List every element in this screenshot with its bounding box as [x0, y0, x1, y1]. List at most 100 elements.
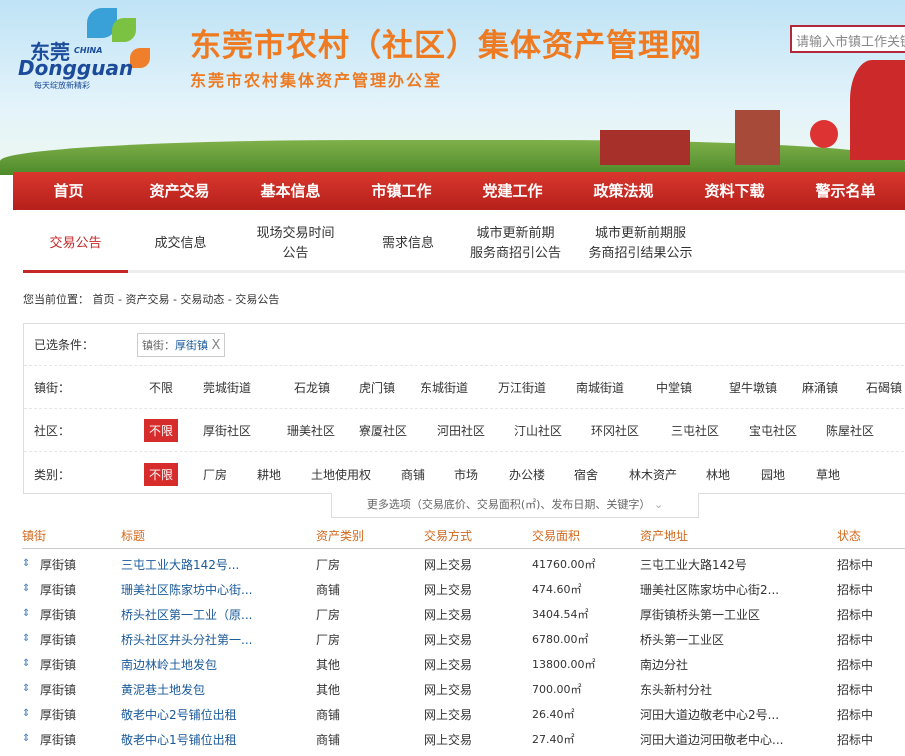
title-link[interactable]: 珊美社区陈家坊中心街... [121, 581, 252, 598]
category-option[interactable]: 办公楼 [504, 463, 550, 486]
more-options-button[interactable]: 更多选项（交易底价、交易面积(㎡)、发布日期、关键字） ⌄ [331, 493, 699, 518]
category-option[interactable]: 厂房 [198, 463, 232, 486]
town-option[interactable]: 南城街道 [571, 376, 629, 399]
category-option[interactable]: 宿舍 [569, 463, 603, 486]
category-option[interactable]: 林地 [701, 463, 735, 486]
nav-basic-info[interactable]: 基本信息 [235, 172, 346, 210]
address-cell: 厚街镇桥头第一工业区 [640, 608, 761, 622]
category-option[interactable]: 不限 [144, 462, 179, 486]
nav-party-work[interactable]: 党建工作 [457, 172, 568, 210]
community-option[interactable]: 陈屋社区 [821, 419, 879, 442]
column-header[interactable]: 交易方式 [424, 527, 472, 544]
tab-renewal-result[interactable]: 城市更新前期服 务商招引结果公示 [573, 218, 708, 270]
address-cell: 南边分社 [640, 658, 689, 672]
town-option[interactable]: 石龙镇 [289, 376, 335, 399]
area-cell: 27.40㎡ [532, 733, 575, 746]
community-option[interactable]: 河田社区 [432, 419, 490, 442]
table-row[interactable]: ⇕ 厚街镇 南边林岭土地发包 其他 网上交易 13800.00㎡ 南边分社 招标中 [0, 656, 905, 681]
town-option[interactable]: 东城街道 [415, 376, 473, 399]
column-header[interactable]: 交易面积 [532, 527, 580, 544]
category-option[interactable]: 商铺 [396, 463, 430, 486]
table-row[interactable]: ⇕ 厚街镇 桥头社区井头分社第一... 厂房 网上交易 6780.00㎡ 桥头第一工业区 招标… [0, 631, 905, 656]
building-illustration [600, 130, 690, 165]
table-row[interactable]: ⇕ 厚街镇 敬老中心2号铺位出租 商铺 网上交易 26.40㎡ 河田大道边敬老中心2号...… [0, 706, 905, 731]
nav-asset-trading[interactable]: 资产交易 [124, 172, 235, 210]
column-header[interactable]: 资产类别 [316, 527, 364, 544]
method-cell: 网上交易 [424, 583, 473, 597]
selected-chip[interactable]: 镇街：厚街镇 X [137, 333, 226, 357]
table-row[interactable]: ⇕ 厚街镇 敬老中心1号铺位出租 商铺 网上交易 27.40㎡ 河田大道边河田敬老中心...… [0, 731, 905, 756]
tab-renewal-notice[interactable]: 城市更新前期 服务商招引公告 [458, 218, 573, 270]
category-option[interactable]: 林木资产 [624, 463, 682, 486]
dongguan-logo[interactable]: 东莞 CHINA Dongguan 每天绽放新精彩 [12, 8, 172, 98]
type-cell: 商铺 [316, 583, 341, 597]
method-cell: 网上交易 [424, 658, 473, 672]
title-link[interactable]: 敬老中心2号铺位出租 [121, 706, 237, 723]
community-option[interactable]: 厚街社区 [198, 419, 256, 442]
category-filter-row: 类别： 不限 厂房 耕地 土地使用权 商铺 市场 办公楼 宿舍 林木资产 林地 园地 草地 [24, 453, 905, 495]
method-cell: 网上交易 [424, 683, 473, 697]
site-header: 东莞 CHINA Dongguan 每天绽放新精彩 东莞市农村（社区）集体资产管… [0, 0, 905, 175]
community-option[interactable]: 三屯社区 [666, 419, 724, 442]
category-option[interactable]: 园地 [756, 463, 790, 486]
breadcrumb: 您当前位置： 首页 - 资产交易 - 交易动态 - 交易公告 [23, 293, 280, 306]
town-option[interactable]: 万江街道 [493, 376, 551, 399]
town-option[interactable]: 不限 [144, 376, 178, 399]
title-link[interactable]: 三屯工业大路142号... [121, 556, 239, 573]
tab-trade-notice[interactable]: 交易公告 [23, 218, 128, 273]
community-option[interactable]: 不限 [144, 419, 179, 442]
title-link[interactable]: 黄泥巷土地发包 [121, 681, 205, 698]
table-row[interactable]: ⇕ 厚街镇 珊美社区陈家坊中心街... 商铺 网上交易 474.60㎡ 珊美社区陈家坊中心街… [0, 581, 905, 606]
filter-panel: 已选条件： 镇街：厚街镇 X 镇街： 不限 莞城街道 石龙镇 虎门镇 东城街道 万江街道南… [23, 323, 905, 494]
close-icon[interactable]: X [212, 338, 221, 353]
table-row[interactable]: ⇕ 厚街镇 三屯工业大路142号... 厂房 网上交易 41760.00㎡ 三屯工业大路14… [0, 556, 905, 581]
column-header[interactable]: 资产地址 [640, 527, 688, 544]
title-link[interactable]: 桥头社区第一工业（原... [121, 606, 252, 623]
nav-town-work[interactable]: 市镇工作 [346, 172, 457, 210]
address-cell: 桥头第一工业区 [640, 633, 725, 647]
column-header[interactable]: 镇街 [22, 527, 46, 544]
town-cell: 厚街镇 [40, 683, 77, 697]
category-option[interactable]: 耕地 [252, 463, 286, 486]
nav-home[interactable]: 首页 [13, 172, 124, 210]
title-link[interactable]: 南边林岭土地发包 [121, 656, 217, 673]
community-option[interactable]: 汀山社区 [509, 419, 567, 442]
table-row[interactable]: ⇕ 厚街镇 黄泥巷土地发包 其他 网上交易 700.00㎡ 东头新村分社 招标中 [0, 681, 905, 706]
town-option[interactable]: 中堂镇 [651, 376, 697, 399]
column-header[interactable]: 标题 [121, 527, 145, 544]
bullet-icon: ⇕ [22, 708, 31, 719]
town-option[interactable]: 虎门镇 [354, 376, 400, 399]
category-option[interactable]: 土地使用权 [306, 463, 376, 486]
town-cell: 厚街镇 [40, 708, 77, 722]
column-header[interactable]: 状态 [837, 527, 861, 544]
community-option[interactable]: 环冈社区 [586, 419, 644, 442]
site-title: 东莞市农村（社区）集体资产管理网 [190, 28, 702, 64]
community-option[interactable]: 寮厦社区 [354, 419, 412, 442]
town-option[interactable]: 莞城街道 [198, 376, 256, 399]
community-option[interactable]: 宝屯社区 [744, 419, 802, 442]
address-cell: 三屯工业大路142号 [640, 558, 747, 572]
town-option[interactable]: 望牛墩镇 [724, 376, 782, 399]
bullet-icon: ⇕ [22, 583, 31, 594]
nav-policy[interactable]: 政策法规 [568, 172, 679, 210]
nav-warning-list[interactable]: 警示名单 [790, 172, 901, 210]
table-row[interactable]: ⇕ 厚街镇 桥头社区第一工业（原... 厂房 网上交易 3404.54㎡ 厚街镇桥头第一工业… [0, 606, 905, 631]
nav-downloads[interactable]: 资料下载 [679, 172, 790, 210]
title-link[interactable]: 桥头社区井头分社第一... [121, 631, 252, 648]
header-divider [22, 548, 905, 549]
main-nav: 首页 资产交易 基本信息 市镇工作 党建工作 政策法规 资料下载 警示名单 [13, 172, 905, 210]
area-cell: 26.40㎡ [532, 708, 575, 721]
category-option[interactable]: 市场 [449, 463, 483, 486]
category-option[interactable]: 草地 [811, 463, 845, 486]
title-link[interactable]: 敬老中心1号铺位出租 [121, 731, 237, 748]
town-option[interactable]: 麻涌镇 [797, 376, 843, 399]
community-option[interactable]: 珊美社区 [282, 419, 340, 442]
town-filter-row: 镇街： 不限 莞城街道 石龙镇 虎门镇 东城街道 万江街道 南城街道 中堂镇 望牛墩镇 麻涌镇 石碣… [24, 367, 905, 409]
town-cell: 厚街镇 [40, 658, 77, 672]
tab-deal-info[interactable]: 成交信息 [128, 218, 233, 270]
town-option[interactable]: 石碣镇 [861, 376, 905, 399]
tab-onsite-time[interactable]: 现场交易时间 公告 [233, 218, 358, 270]
search-input[interactable]: 请输入市镇工作关键字 [790, 25, 905, 53]
tab-demand-info[interactable]: 需求信息 [358, 218, 458, 270]
bullet-icon: ⇕ [22, 608, 31, 619]
